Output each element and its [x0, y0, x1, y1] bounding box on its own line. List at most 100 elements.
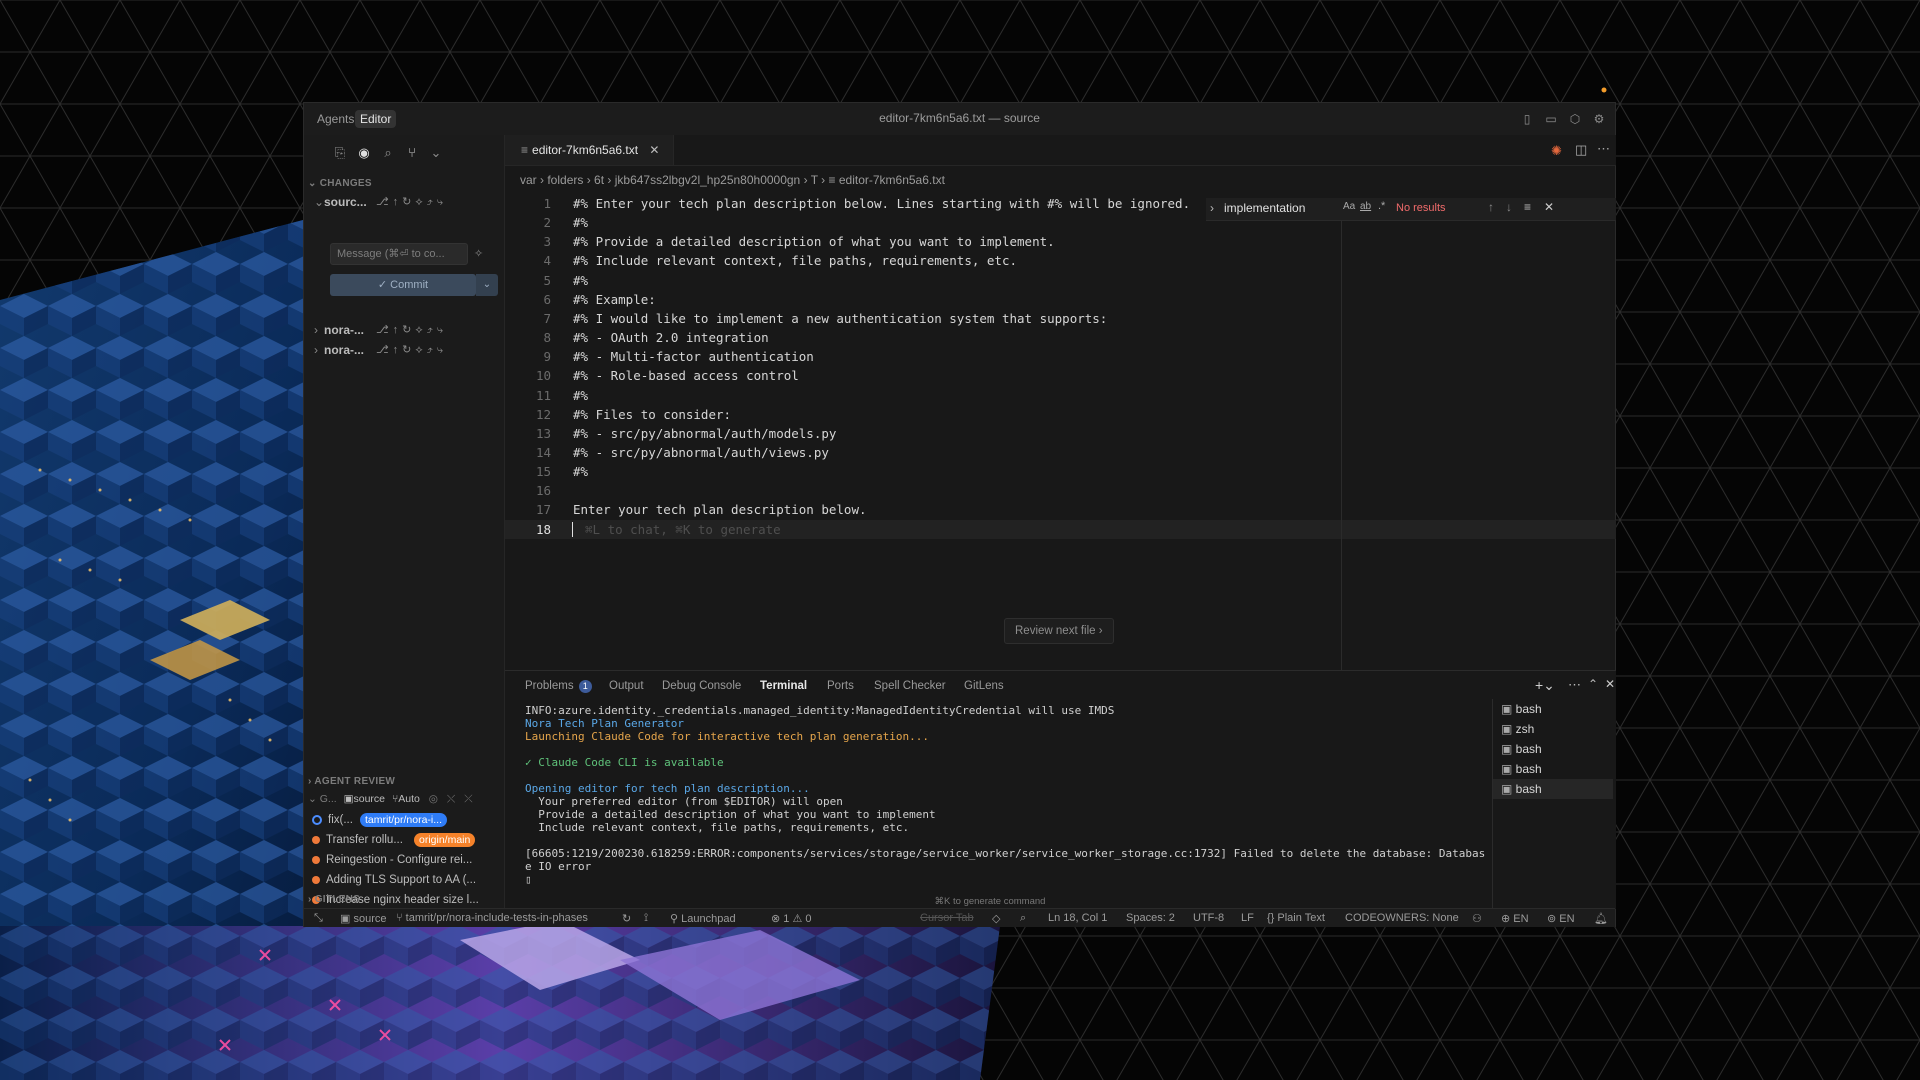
claude-icon[interactable]: ✺: [1551, 143, 1562, 159]
status-codeowners[interactable]: CODEOWNERS: None: [1345, 912, 1459, 924]
find-in-selection-icon[interactable]: ≡: [1524, 200, 1531, 214]
code-line[interactable]: 14 #% - src/py/abnormal/auth/views.py: [505, 443, 1616, 462]
eye-icon[interactable]: ◇: [992, 912, 1000, 925]
files-icon[interactable]: ⎘: [332, 145, 348, 161]
file-tab[interactable]: ≡ editor-7km6n5a6.txt ✕: [505, 135, 675, 165]
code-line[interactable]: 6 #% Example:: [505, 290, 1616, 309]
terminal-output[interactable]: INFO:azure.identity._credentials.managed…: [525, 704, 1495, 886]
search-icon[interactable]: ⌕: [380, 145, 396, 161]
repo-actions[interactable]: ⎇↑↻⟡⤴⤷: [376, 341, 447, 359]
zoom-icon[interactable]: ⌕: [1020, 912, 1026, 925]
close-icon[interactable]: ✕: [1605, 677, 1615, 691]
status-language[interactable]: {} Plain Text: [1267, 912, 1325, 924]
find-input[interactable]: implementation: [1224, 201, 1305, 215]
more-actions-icon[interactable]: ⋯: [1597, 141, 1610, 157]
code-line[interactable]: 8 #% - OAuth 2.0 integration: [505, 328, 1616, 347]
remote-icon[interactable]: ⤡: [314, 912, 323, 925]
branch-icon[interactable]: ⑂: [404, 145, 420, 161]
fetch-icon[interactable]: ⤫: [464, 793, 472, 805]
more-actions-icon[interactable]: ⋯: [1568, 677, 1581, 693]
terminal-shell-item[interactable]: ▣ zsh: [1493, 719, 1613, 739]
code-line[interactable]: 11 #%: [505, 386, 1616, 405]
terminal-shell-item[interactable]: ▣ bash: [1493, 779, 1613, 799]
code-line[interactable]: 9 #% - Multi-factor authentication: [505, 347, 1616, 366]
status-launchpad[interactable]: ⚲ Launchpad: [670, 912, 736, 925]
panel-tab-gitlens[interactable]: GitLens: [964, 680, 1004, 692]
status-repo[interactable]: ▣ source: [340, 912, 386, 925]
panel-tab-output[interactable]: Output: [609, 680, 644, 692]
terminal-shell-item[interactable]: ▣ bash: [1493, 759, 1613, 779]
code-line[interactable]: 18 ⌘L to chat, ⌘K to generate: [505, 519, 1616, 539]
terminal-shell-item[interactable]: ▣ bash: [1493, 739, 1613, 759]
commit-dropdown-icon[interactable]: ⌄: [476, 274, 498, 296]
commit-item[interactable]: Reingestion - Configure rei...: [312, 851, 498, 869]
sync-icon[interactable]: ↻: [622, 912, 631, 925]
breadcrumb-item[interactable]: T: [811, 173, 818, 187]
commit-message-input[interactable]: Message (⌘⏎ to co...: [330, 243, 468, 265]
repo-actions[interactable]: ⎇↑↻⟡⤴⤷: [376, 321, 447, 339]
code-line[interactable]: 16: [505, 481, 1616, 500]
terminal-shell-item[interactable]: ▣ bash: [1493, 699, 1613, 719]
status-language-1[interactable]: ⊕ EN: [1501, 912, 1529, 925]
whole-word-icon[interactable]: ab: [1360, 201, 1371, 212]
status-branch[interactable]: ⑂ tamrit/pr/nora-include-tests-in-phases: [396, 912, 588, 924]
merge-icon[interactable]: ⤬: [447, 793, 455, 805]
commit-item[interactable]: Transfer rollu... origin/main: [312, 831, 498, 849]
breadcrumb-item[interactable]: folders: [547, 173, 583, 187]
panel-tab-spell-checker[interactable]: Spell Checker: [874, 680, 946, 692]
panel-tab-terminal[interactable]: Terminal: [760, 680, 807, 692]
commit-item[interactable]: Adding TLS Support to AA (...: [312, 871, 498, 889]
branch-badge[interactable]: tamrit/pr/nora-i...: [360, 813, 448, 827]
tab-agents[interactable]: Agents: [312, 110, 359, 128]
notifications-bell-icon[interactable]: 🔔︎: [1594, 912, 1608, 925]
panel-tab-ports[interactable]: Ports: [827, 680, 854, 692]
status-cursor-tab[interactable]: Cursor Tab: [920, 912, 974, 924]
code-line[interactable]: 17 Enter your tech plan description below…: [505, 500, 1616, 519]
breadcrumb-item[interactable]: editor-7km6n5a6.txt: [839, 173, 945, 187]
close-icon[interactable]: ✕: [649, 143, 659, 157]
toggle-sidebar-icon[interactable]: ▯: [1520, 112, 1534, 126]
chevron-down-icon[interactable]: ⌄: [428, 145, 444, 161]
close-icon[interactable]: ✕: [1544, 200, 1554, 214]
status-eol[interactable]: LF: [1241, 912, 1254, 924]
commit-item[interactable]: fix(... tamrit/pr/nora-i...: [312, 811, 498, 829]
arrow-up-icon[interactable]: ↑: [1488, 200, 1494, 214]
breadcrumb-item[interactable]: jkb647ss2lbgv2l_hp25n80h0000gn: [615, 173, 801, 187]
arrow-down-icon[interactable]: ↓: [1506, 200, 1512, 214]
breadcrumb-item[interactable]: 6t: [594, 173, 604, 187]
commit-button[interactable]: ✓ Commit: [330, 274, 476, 296]
layout-icon[interactable]: ⬡: [1568, 112, 1582, 126]
code-line[interactable]: 15 #%: [505, 462, 1616, 481]
gitlens-header[interactable]: › GITLENS: [308, 894, 360, 905]
chevron-right-icon[interactable]: ›: [1210, 201, 1214, 215]
repo-row-nora-1[interactable]: › nora-... ⎇↑↻⟡⤴⤷: [314, 321, 499, 339]
code-line[interactable]: 4 #% Include relevant context, file paths…: [505, 251, 1616, 270]
tab-editor[interactable]: Editor: [355, 110, 397, 128]
breadcrumb-item[interactable]: var: [520, 173, 537, 187]
code-line[interactable]: 7 #% I would like to implement a new auth…: [505, 309, 1616, 328]
regex-icon[interactable]: .*: [1378, 200, 1385, 212]
changes-header[interactable]: ⌄ CHANGES: [308, 178, 372, 189]
match-case-icon[interactable]: Aa: [1343, 201, 1355, 212]
toggle-panel-icon[interactable]: ▭: [1544, 112, 1558, 126]
repo-row-source[interactable]: ⌄ sourc... ⎇↑↻⟡⤴⤷: [314, 193, 499, 211]
code-line[interactable]: 5 #%: [505, 271, 1616, 290]
repo-row-nora-2[interactable]: › nora-... ⎇↑↻⟡⤴⤷: [314, 341, 499, 359]
code-line[interactable]: 13 #% - src/py/abnormal/auth/models.py: [505, 424, 1616, 443]
branch-badge[interactable]: origin/main: [414, 833, 476, 847]
source-control-icon[interactable]: ◉: [356, 145, 372, 161]
agent-review-header[interactable]: › AGENT REVIEW: [308, 776, 395, 787]
repo-actions[interactable]: ⎇↑↻⟡⤴⤷: [376, 193, 447, 211]
review-next-file-button[interactable]: Review next file ›: [1004, 618, 1114, 644]
commit-graph-header[interactable]: ⌄ G... ▣source ⑂Auto ◎ ⤬ ⤫: [308, 793, 473, 806]
graph-icon[interactable]: ⟟: [644, 912, 648, 925]
copilot-icon[interactable]: ⚇: [1472, 912, 1482, 925]
panel-tab-problems[interactable]: Problems 1: [525, 680, 592, 693]
settings-icon[interactable]: ◎: [429, 793, 438, 805]
settings-gear-icon[interactable]: ⚙: [1592, 112, 1606, 126]
code-editor[interactable]: 1 #% Enter your tech plan description bel…: [505, 194, 1616, 664]
sparkle-icon[interactable]: ✧: [474, 247, 483, 260]
code-line[interactable]: 12 #% Files to consider:: [505, 405, 1616, 424]
maximize-panel-icon[interactable]: ⌃: [1588, 677, 1598, 691]
status-position[interactable]: Ln 18, Col 1: [1048, 912, 1107, 924]
